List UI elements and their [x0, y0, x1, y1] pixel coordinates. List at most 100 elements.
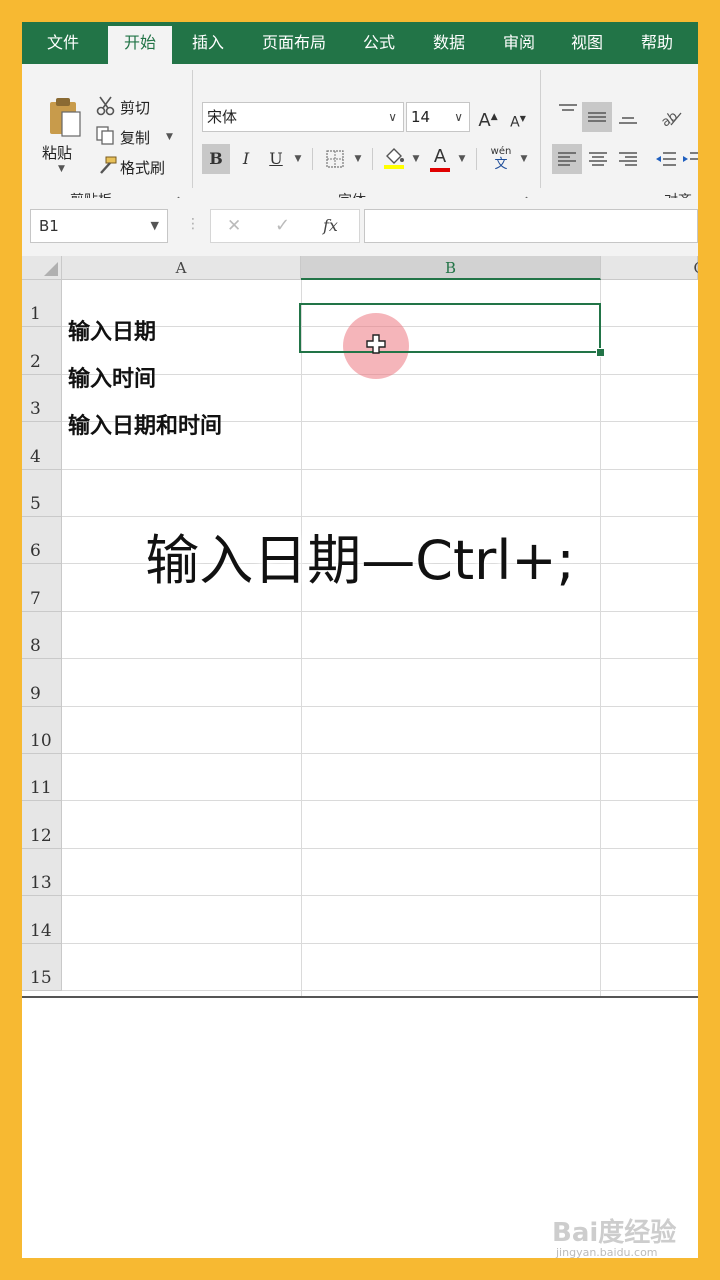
- row-header-5[interactable]: 5: [22, 469, 62, 517]
- tab-review[interactable]: 审阅: [488, 22, 550, 64]
- align-left-icon: [558, 152, 576, 166]
- row-gridline: [62, 942, 698, 944]
- font-name-combo[interactable]: 宋体 ∨: [202, 102, 404, 132]
- row-header-9[interactable]: 9: [22, 659, 62, 707]
- row-header-8[interactable]: 8: [22, 611, 62, 660]
- align-top-icon: [559, 104, 577, 111]
- divider: [312, 148, 313, 170]
- shrink-font-button[interactable]: A▼: [506, 104, 530, 134]
- enter-icon[interactable]: ✓: [275, 215, 290, 236]
- paste-dropdown-icon[interactable]: ▼: [58, 164, 65, 174]
- tab-help[interactable]: 帮助: [626, 22, 688, 64]
- row-header-14[interactable]: 14: [22, 896, 62, 944]
- scissors-icon: [96, 96, 115, 116]
- row-header-15[interactable]: 15: [22, 943, 62, 991]
- phonetic-guide-button[interactable]: wén 文: [486, 146, 516, 176]
- column-header-b[interactable]: B: [301, 256, 601, 280]
- tab-formulas[interactable]: 公式: [348, 22, 410, 64]
- decrease-indent-icon: [656, 152, 676, 166]
- font-color-dropdown-icon[interactable]: ▼: [456, 144, 468, 174]
- row-header-1[interactable]: 1: [22, 280, 62, 328]
- cell-a1[interactable]: 输入日期: [68, 314, 156, 346]
- copy-dropdown-icon[interactable]: ▼: [166, 132, 173, 142]
- cell-cursor-icon: [366, 334, 386, 354]
- name-box[interactable]: B1 ▼: [30, 209, 168, 243]
- font-color-button[interactable]: A: [426, 144, 454, 174]
- group-divider: [192, 70, 193, 188]
- cell-a2[interactable]: 输入时间: [68, 361, 156, 393]
- row-header-10[interactable]: 10: [22, 706, 62, 754]
- align-top-button[interactable]: [554, 98, 582, 128]
- grow-font-button[interactable]: A▲: [476, 102, 500, 132]
- row-number: 11: [30, 778, 52, 799]
- align-right-button[interactable]: [614, 144, 642, 174]
- copy-button[interactable]: 复制 ▼: [94, 124, 204, 150]
- row-header-12[interactable]: 12: [22, 801, 62, 849]
- watermark-url: jingyan.baidu.com: [556, 1246, 658, 1259]
- row-gridline: [62, 895, 698, 897]
- row-gridline: [62, 658, 698, 660]
- tab-home[interactable]: 开始: [108, 26, 172, 64]
- align-middle-button[interactable]: [582, 102, 612, 132]
- paint-bucket-icon: [384, 148, 404, 169]
- align-left-button[interactable]: [552, 144, 582, 174]
- column-header-c[interactable]: C: [601, 256, 698, 280]
- row-header-2[interactable]: 2: [22, 327, 62, 375]
- font-color-icon: A: [433, 146, 447, 167]
- borders-button[interactable]: [322, 144, 348, 174]
- row-gridline: [62, 753, 698, 754]
- column-gridline: [600, 280, 601, 996]
- column-header-c-label: C: [694, 259, 698, 277]
- format-painter-button[interactable]: 格式刷: [94, 154, 204, 180]
- cancel-icon[interactable]: ✕: [227, 216, 241, 236]
- increase-indent-button[interactable]: [682, 144, 698, 174]
- row-number: 15: [30, 967, 52, 988]
- row-number: 1: [30, 304, 41, 325]
- cut-button[interactable]: 剪切: [94, 94, 194, 120]
- borders-dropdown-icon[interactable]: ▼: [352, 144, 364, 174]
- orientation-button[interactable]: ab: [652, 102, 692, 132]
- row-header-11[interactable]: 11: [22, 754, 62, 802]
- fill-color-dropdown-icon[interactable]: ▼: [410, 144, 422, 174]
- selected-cell-b1[interactable]: [299, 303, 601, 353]
- column-header-a[interactable]: A: [62, 256, 301, 280]
- tab-view[interactable]: 视图: [556, 22, 618, 64]
- underline-dropdown-icon[interactable]: ▼: [292, 144, 304, 174]
- bold-button[interactable]: B: [202, 144, 230, 174]
- align-center-button[interactable]: [584, 144, 612, 174]
- row-gridline: [62, 990, 698, 991]
- ribbon-tab-bar: 文件 开始 插入 页面布局 公式 数据 审阅 视图 帮助: [22, 22, 698, 64]
- fill-handle[interactable]: [596, 348, 605, 357]
- group-divider: [540, 70, 541, 188]
- underline-button[interactable]: U: [264, 144, 288, 174]
- align-right-icon: [619, 152, 637, 166]
- tab-page-layout[interactable]: 页面布局: [250, 22, 338, 64]
- tab-insert[interactable]: 插入: [178, 22, 238, 64]
- insert-function-icon[interactable]: fx: [323, 216, 338, 235]
- paste-button[interactable]: 粘贴 ▼: [40, 96, 84, 180]
- decrease-indent-button[interactable]: [652, 144, 680, 174]
- row-number: 14: [30, 920, 52, 941]
- name-box-value: B1: [39, 217, 59, 235]
- row-header-13[interactable]: 13: [22, 848, 62, 897]
- tab-data[interactable]: 数据: [418, 22, 480, 64]
- font-size-combo[interactable]: 14 ∨: [406, 102, 470, 132]
- increase-indent-icon: [683, 152, 698, 162]
- formula-bar-grip-icon[interactable]: ⋮: [186, 216, 200, 232]
- cell-a3[interactable]: 输入日期和时间: [68, 408, 222, 440]
- phonetic-dropdown-icon[interactable]: ▼: [518, 144, 530, 174]
- align-bottom-button[interactable]: [614, 102, 642, 132]
- fill-color-button[interactable]: [380, 144, 408, 174]
- row-header-3[interactable]: 3: [22, 374, 62, 423]
- formula-input[interactable]: [364, 209, 698, 243]
- row-header-4[interactable]: 4: [22, 422, 62, 470]
- row-number: 9: [30, 683, 41, 704]
- select-all-corner[interactable]: [22, 256, 62, 280]
- italic-button[interactable]: I: [234, 144, 258, 174]
- divider: [476, 148, 477, 170]
- copy-icon: [96, 126, 114, 145]
- row-number: 10: [30, 730, 52, 751]
- align-center-icon: [589, 152, 607, 166]
- tab-file[interactable]: 文件: [30, 22, 96, 64]
- row-gridline: [62, 800, 698, 802]
